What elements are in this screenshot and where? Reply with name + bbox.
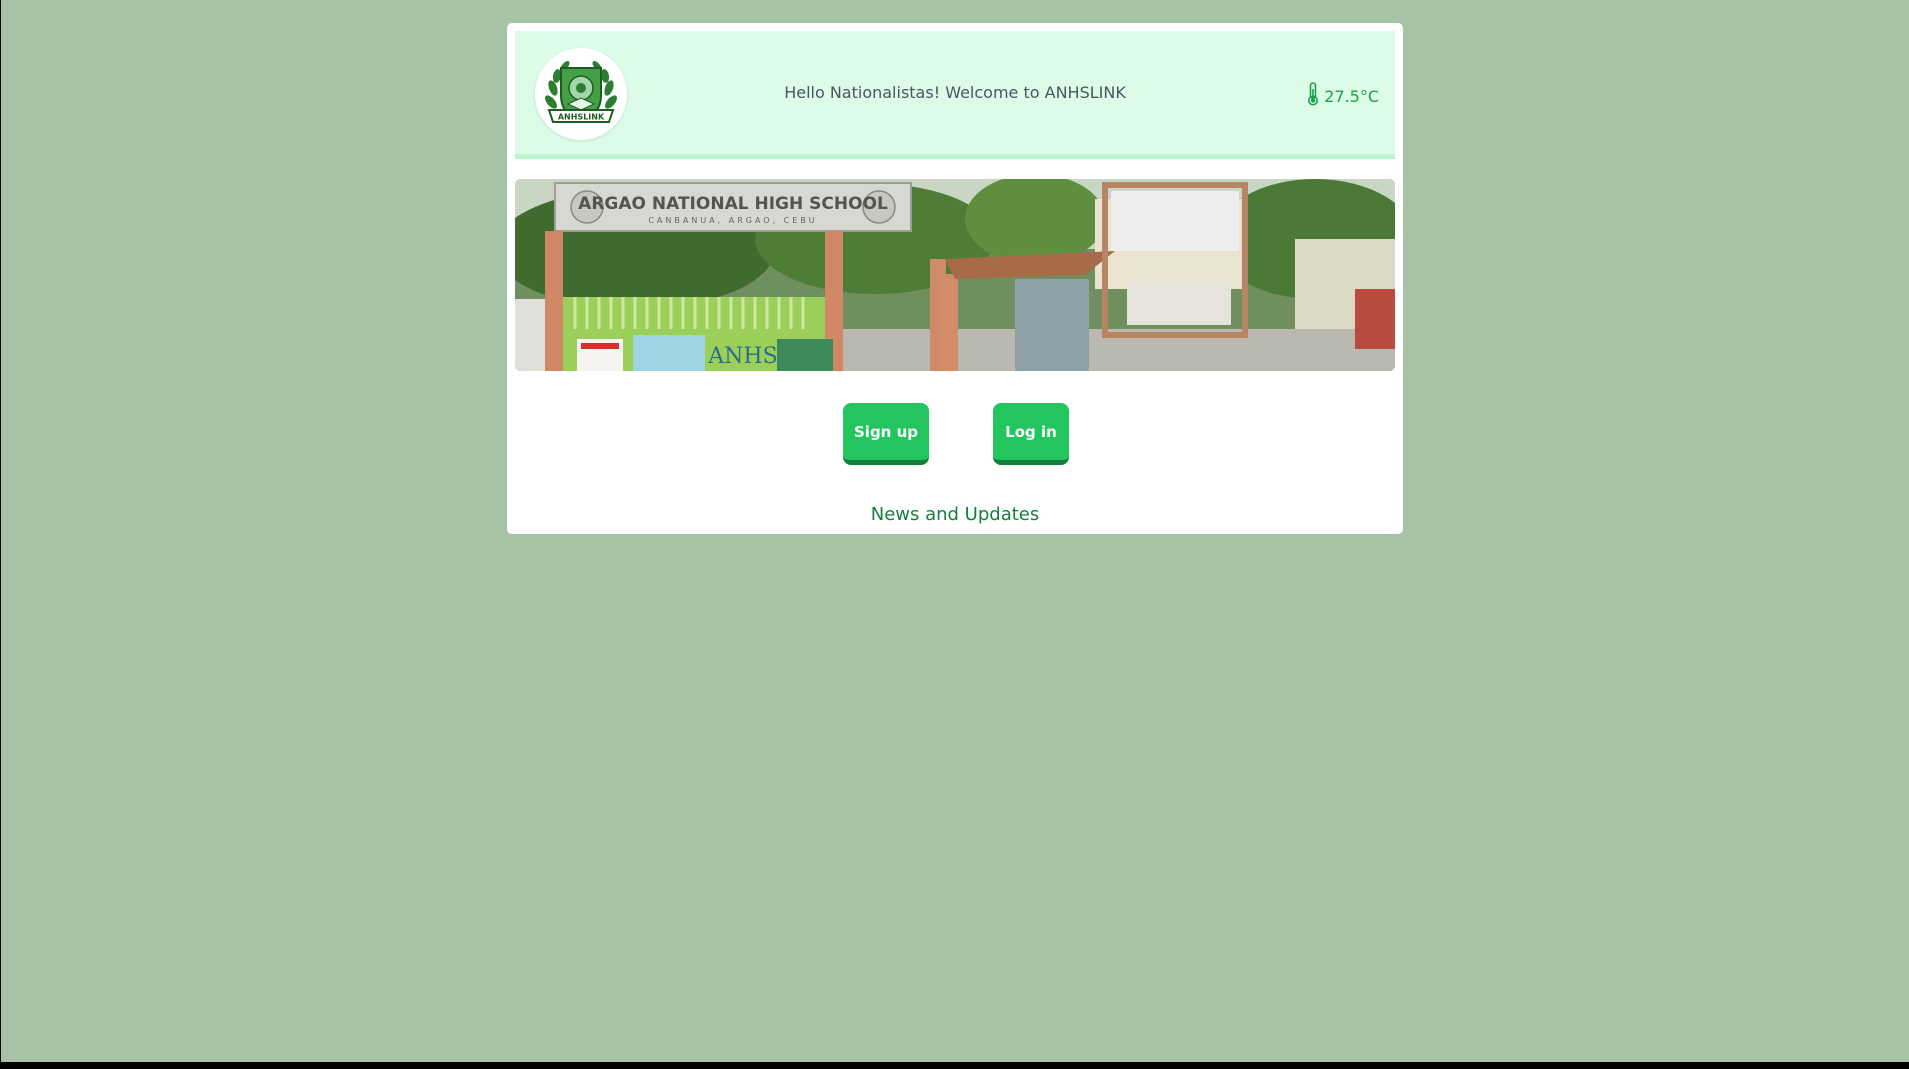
school-logo: ANHSLINK bbox=[535, 48, 627, 140]
page-background: ANHSLINK Hello Nationalistas! Welcome to… bbox=[1, 0, 1909, 1062]
signup-button[interactable]: Sign up bbox=[843, 403, 929, 465]
temperature-widget: 27.5°C bbox=[1306, 82, 1379, 111]
banner-fence-sign: ANHS bbox=[707, 344, 777, 369]
banner-school-location: CANBANUA, ARGAO, CEBU bbox=[648, 216, 817, 225]
login-button[interactable]: Log in bbox=[993, 403, 1069, 465]
temperature-value: 27.5°C bbox=[1324, 86, 1379, 106]
news-and-updates-heading: News and Updates bbox=[870, 504, 1040, 525]
thermometer-icon bbox=[1306, 82, 1320, 111]
school-banner-image: ARGAO NATIONAL HIGH SCHOOL CANBANUA, ARG… bbox=[515, 179, 1395, 371]
header-bar: ANHSLINK Hello Nationalistas! Welcome to… bbox=[515, 31, 1395, 159]
main-card: ANHSLINK Hello Nationalistas! Welcome to… bbox=[507, 23, 1403, 534]
banner-school-name: ARGAO NATIONAL HIGH SCHOOL bbox=[578, 194, 888, 214]
logo-text: ANHSLINK bbox=[558, 113, 605, 122]
welcome-message: Hello Nationalistas! Welcome to ANHSLINK bbox=[784, 83, 1126, 102]
